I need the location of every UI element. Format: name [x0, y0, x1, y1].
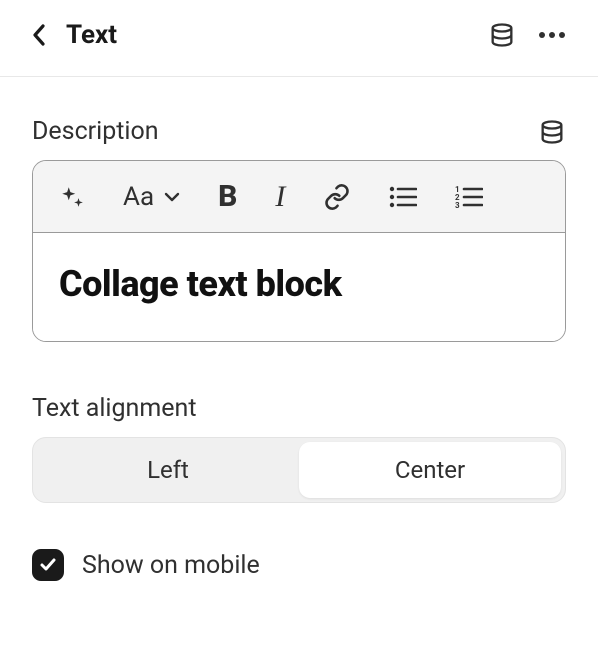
bold-icon: B [218, 179, 237, 214]
link-button[interactable] [323, 183, 351, 211]
bullet-list-icon [389, 185, 417, 209]
text-alignment-section: Text alignment Left Center [32, 394, 566, 503]
bullet-list-button[interactable] [389, 185, 417, 209]
editor-text: Collage text block [59, 263, 539, 305]
description-label: Description [32, 117, 159, 146]
italic-icon: I [275, 180, 285, 214]
database-icon [538, 118, 566, 146]
segment-left[interactable]: Left [37, 442, 299, 498]
svg-text:3: 3 [455, 201, 460, 209]
segment-center[interactable]: Center [299, 442, 561, 498]
header-right [488, 21, 566, 49]
numbered-list-button[interactable]: 1 2 3 [455, 185, 483, 209]
more-button[interactable] [538, 31, 566, 39]
database-button[interactable] [488, 21, 516, 49]
content: Description Aa B [0, 77, 598, 621]
chevron-left-icon [32, 23, 46, 47]
text-alignment-label: Text alignment [32, 394, 566, 423]
numbered-list-icon: 1 2 3 [455, 185, 483, 209]
description-database-button[interactable] [538, 118, 566, 146]
back-button[interactable] [32, 23, 46, 47]
text-alignment-segmented: Left Center [32, 437, 566, 503]
show-on-mobile-label: Show on mobile [82, 551, 260, 580]
header-left: Text [32, 20, 117, 50]
editor-content-area[interactable]: Collage text block [33, 233, 565, 341]
rich-text-editor: Aa B I [32, 160, 566, 342]
ai-button[interactable] [59, 184, 85, 210]
sparkle-icon [59, 184, 85, 210]
more-icon [538, 31, 566, 39]
link-icon [323, 183, 351, 211]
check-icon [39, 556, 57, 574]
database-icon [488, 21, 516, 49]
description-label-row: Description [32, 117, 566, 146]
show-on-mobile-checkbox[interactable] [32, 549, 64, 581]
editor-toolbar: Aa B I [33, 161, 565, 233]
bold-button[interactable]: B [218, 179, 237, 214]
header: Text [0, 0, 598, 77]
font-style-button[interactable]: Aa [123, 182, 180, 212]
page-title: Text [66, 20, 117, 50]
font-aa-icon: Aa [123, 182, 154, 212]
show-on-mobile-row: Show on mobile [32, 549, 566, 581]
italic-button[interactable]: I [275, 180, 285, 214]
chevron-down-icon [164, 192, 180, 202]
